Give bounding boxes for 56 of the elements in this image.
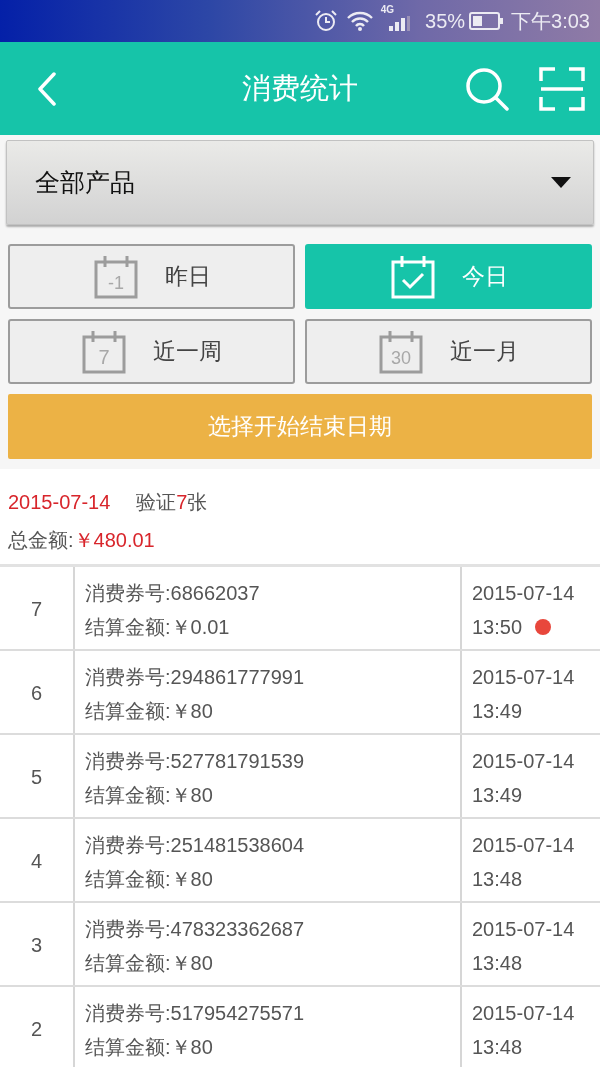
record-row[interactable]: 3 消费券号:478323362687 结算金额:￥80 2015-07-14 13:48 — [0, 903, 600, 987]
record-date: 2015-07-14 — [472, 833, 576, 858]
row-index: 2 — [30, 1018, 43, 1040]
search-icon[interactable] — [465, 66, 509, 111]
calendar-icon — [389, 254, 436, 299]
record-row[interactable]: 7 消费券号:68662037 结算金额:￥0.01 2015-07-14 13:50 — [0, 567, 600, 651]
voucher-number: 消费券号:478323362687 — [85, 917, 306, 942]
voucher-number: 消费券号:527781791539 — [85, 749, 306, 774]
settlement-amount: 结算金额:￥80 — [85, 1035, 214, 1060]
battery-percent: 35% — [425, 9, 466, 34]
record-date: 2015-07-14 — [472, 749, 576, 774]
row-index: 4 — [30, 850, 43, 872]
total-amount: ￥480.01 — [73, 528, 155, 553]
record-time: 13:49 — [472, 699, 523, 724]
record-date: 2015-07-14 — [472, 581, 576, 606]
signal-strength-icon — [387, 16, 412, 31]
alarm-clock-icon — [314, 10, 337, 32]
total-amount-label: 总金额: — [8, 528, 74, 553]
record-row[interactable]: 5 消费券号:527781791539 结算金额:￥80 2015-07-14 13:49 — [0, 735, 600, 819]
summary-date: 2015-07-14 — [8, 490, 111, 515]
record-time: 13:49 — [472, 783, 523, 808]
row-index: 6 — [30, 682, 43, 704]
settlement-amount: 结算金额:￥80 — [85, 699, 214, 724]
product-dropdown[interactable]: 全部产品 — [6, 140, 594, 225]
network-type-label: 4G — [380, 5, 395, 15]
record-date: 2015-07-14 — [472, 1001, 576, 1026]
scan-icon[interactable] — [539, 66, 585, 111]
record-time: 13:48 — [472, 867, 523, 892]
verified-count: 验证7张 — [136, 490, 208, 515]
row-index: 7 — [30, 598, 43, 620]
caret-icon — [551, 177, 571, 188]
settlement-amount: 结算金额:￥80 — [85, 783, 214, 808]
settlement-amount: 结算金额:￥0.01 — [85, 615, 231, 640]
settlement-amount: 结算金额:￥80 — [85, 867, 214, 892]
status-time: 下午3:03 — [511, 9, 590, 34]
record-date: 2015-07-14 — [472, 917, 576, 942]
row-index: 3 — [30, 934, 43, 956]
record-date: 2015-07-14 — [472, 665, 576, 690]
battery-icon — [469, 12, 504, 30]
voucher-number: 消费券号:294861777991 — [85, 665, 306, 690]
page-title: 消费统计 — [241, 70, 359, 106]
date-range-tab[interactable]: 30 近一月 — [305, 319, 592, 384]
record-row[interactable]: 6 消费券号:294861777991 结算金额:￥80 2015-07-14 13:49 — [0, 651, 600, 735]
back-icon[interactable] — [37, 71, 57, 106]
voucher-number: 消费券号:251481538604 — [85, 833, 306, 858]
record-time: 13:48 — [472, 1035, 523, 1060]
row-index: 5 — [30, 766, 43, 788]
wifi-icon — [346, 11, 373, 31]
record-row[interactable]: 4 消费券号:251481538604 结算金额:￥80 2015-07-14 13:48 — [0, 819, 600, 903]
record-time: 13:48 — [472, 951, 523, 976]
date-range-tab[interactable]: -1 昨日 — [8, 244, 295, 309]
record-time: 13:50 — [472, 615, 523, 640]
settlement-amount: 结算金额:￥80 — [85, 951, 214, 976]
voucher-number: 消费券号:68662037 — [85, 581, 261, 606]
date-range-tab[interactable]: 7 近一周 — [8, 319, 295, 384]
voucher-number: 消费券号:517954275571 — [85, 1001, 306, 1026]
